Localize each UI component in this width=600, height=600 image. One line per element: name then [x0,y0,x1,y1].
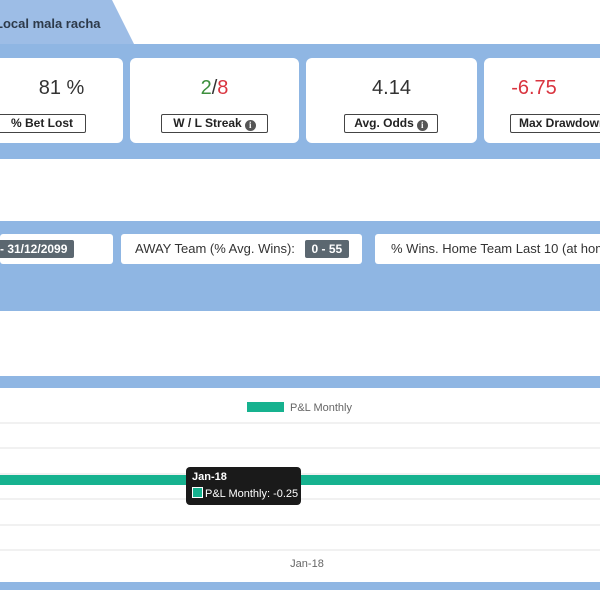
filter-label: % Wins. Home Team Last 10 (at home) [391,241,600,256]
stat-label-text: Max Drawdown [519,116,600,130]
filter-badge: 0 - 55 [304,240,350,258]
chart-frame-top [0,376,600,388]
stat-label-wl-streak[interactable]: W / L Streak i [161,114,268,133]
stats-panel: 81 % % Bet Lost 2/8 W / L Streak i 4.14 A… [0,44,600,159]
tab-local-mala-racha[interactable]: Local mala racha [0,0,134,44]
stat-label-max-drawdown[interactable]: Max Drawdown [510,114,600,133]
stat-label-text: % Bet Lost [10,116,73,130]
stat-card-wl-streak: 2/8 W / L Streak i [130,58,299,143]
stat-value: 2/8 [130,77,299,100]
stat-value: 4.14 [372,77,411,99]
chart-frame-bottom [0,582,600,590]
info-icon[interactable]: i [416,120,428,131]
stat-label-bet-lost[interactable]: % Bet Lost [0,114,86,133]
filter-date-range[interactable]: - 31/12/2099 [0,234,113,264]
tab-label: Local mala racha [0,16,101,31]
stat-label-text: W / L Streak [173,116,242,130]
stat-card-avg-odds: 4.14 Avg. Odds i [306,58,477,143]
filter-panel: - 31/12/2099 AWAY Team (% Avg. Wins): 0 … [0,221,600,311]
stat-label-avg-odds[interactable]: Avg. Odds i [344,114,438,133]
filter-home-team[interactable]: % Wins. Home Team Last 10 (at home) [375,234,600,264]
stat-card-max-drawdown: -6.75 Max Drawdown [484,58,600,143]
stat-label-text: Avg. Odds [354,116,414,130]
filter-away-team[interactable]: AWAY Team (% Avg. Wins): 0 - 55 [121,234,362,264]
tab-bar: Local mala racha [0,0,600,44]
tooltip-text: P&L Monthly: -0.25 [205,488,299,500]
tooltip-title: Jan-18 [192,471,227,483]
stat-value: -6.75 [511,77,557,99]
chart-tooltip: Jan-18 P&L Monthly: -0.25 [186,467,301,505]
filter-label: AWAY Team (% Avg. Wins): [135,241,295,256]
x-tick-label: Jan-18 [290,558,324,570]
legend-label: P&L Monthly [290,402,352,414]
tooltip-row: P&L Monthly: -0.25 [192,487,298,500]
streak-losses: 8 [217,77,229,99]
info-icon[interactable]: i [244,120,256,131]
legend-swatch [247,402,284,412]
date-range-badge: - 31/12/2099 [0,240,75,258]
stat-card-bet-lost: 81 % % Bet Lost [0,58,123,143]
tooltip-swatch [192,487,203,498]
stat-value: 81 % [38,77,85,99]
streak-wins: 2 [200,77,212,99]
